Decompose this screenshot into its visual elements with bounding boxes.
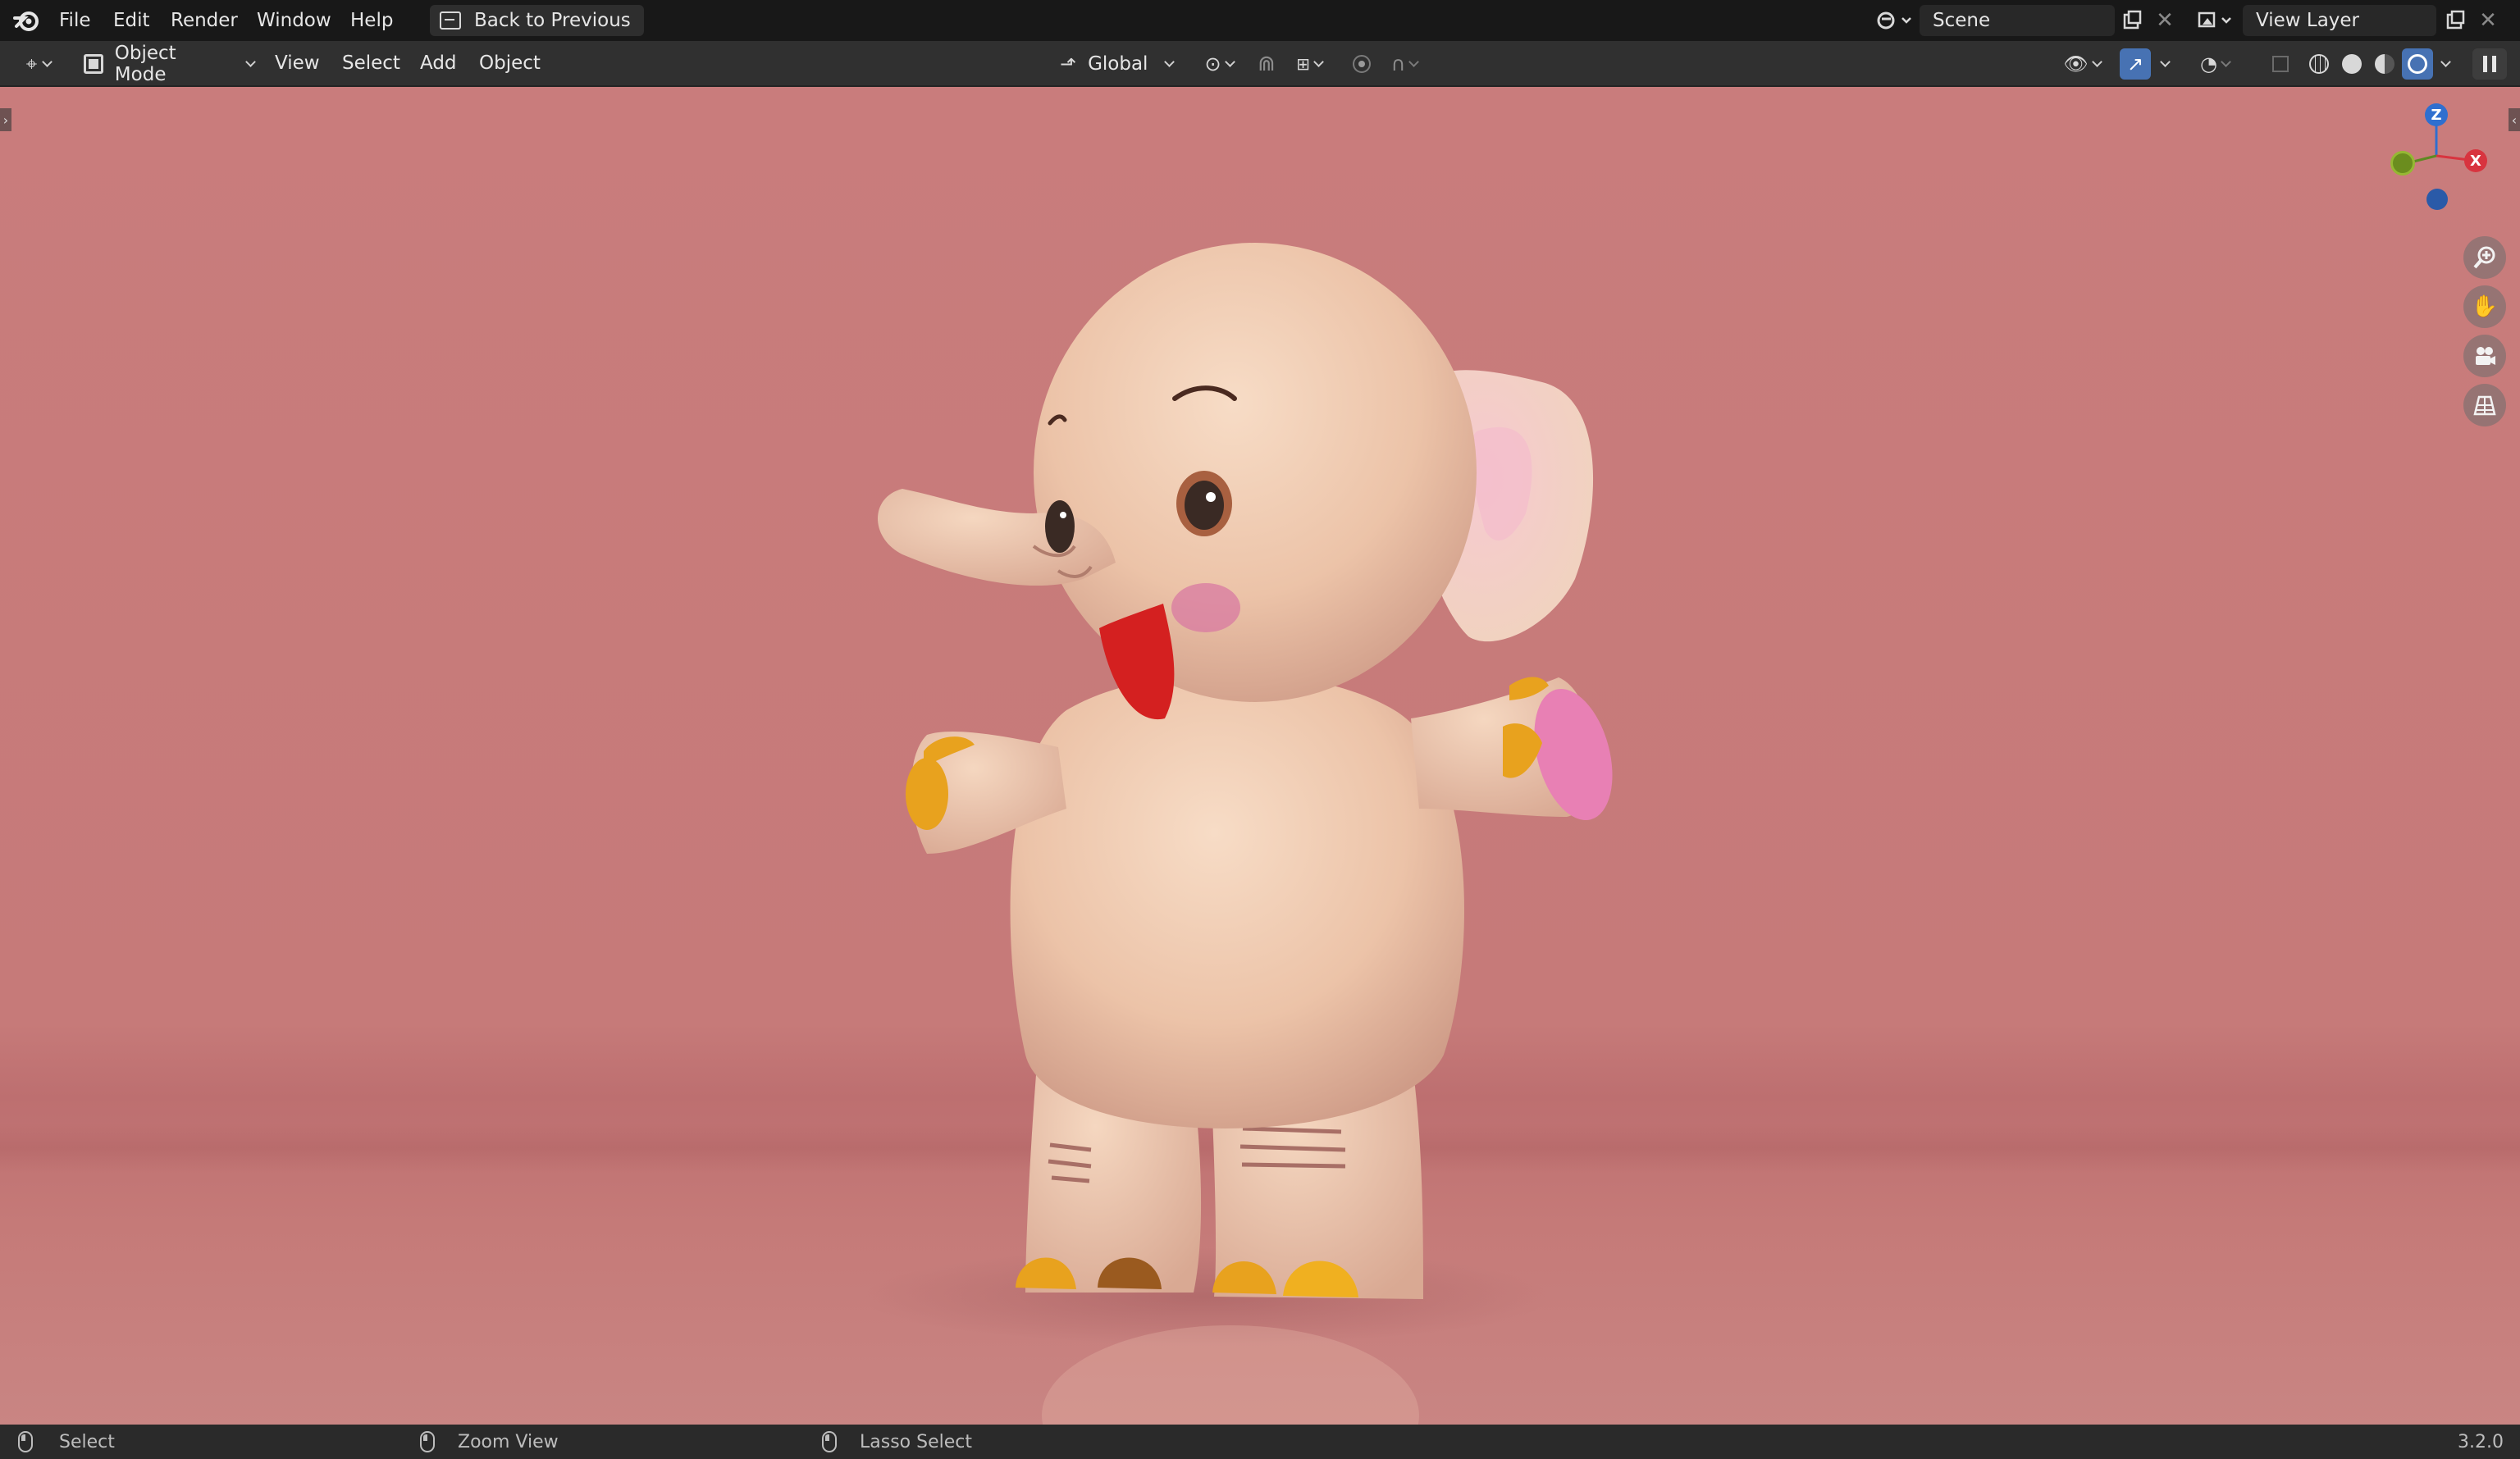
wireframe-shading-icon[interactable] [2303, 48, 2335, 80]
view-layer-browse-icon[interactable] [2192, 5, 2238, 36]
menu-render[interactable]: Render [171, 0, 238, 41]
gizmo-z-axis[interactable]: Z [2425, 103, 2448, 126]
mode-selector[interactable]: Object Mode [75, 43, 256, 85]
status-select-label: Select [59, 1431, 115, 1452]
menu-file[interactable]: File [59, 0, 91, 41]
status-lasso-label: Lasso Select [860, 1431, 972, 1452]
mouse-right-icon [822, 1431, 837, 1452]
pause-render-button[interactable] [2472, 48, 2507, 80]
mouse-left-icon [18, 1431, 33, 1452]
scene-name-field[interactable]: Scene [1920, 5, 2115, 36]
back-icon [440, 11, 461, 30]
scene-name: Scene [1933, 10, 1991, 31]
pause-icon [2483, 56, 2496, 72]
mode-label: Object Mode [114, 43, 176, 85]
toolbar-expand-arrow[interactable]: › [0, 108, 11, 131]
grid-ortho-icon[interactable] [2463, 384, 2506, 426]
top-menu-bar: File Edit Render Window Help Back to Pre… [0, 0, 2520, 41]
eye-icon: 👁 [2063, 52, 2089, 75]
rendered-shading-icon [2408, 54, 2427, 74]
scene-close-icon[interactable]: ✕ [2149, 5, 2180, 36]
status-bar: Select Zoom View Lasso Select 3.2.0 [0, 1425, 2520, 1459]
orientation-axes-icon: ⬏ [1060, 52, 1077, 75]
back-to-previous-label: Back to Previous [474, 10, 631, 31]
object-mode-icon [84, 54, 103, 74]
mouse-middle-icon [420, 1431, 435, 1452]
overlays-icon: ◔ [2200, 52, 2217, 75]
view-layer-close-icon[interactable]: ✕ [2472, 5, 2504, 36]
material-preview-shading-icon[interactable] [2369, 48, 2400, 80]
status-lasso-hint: Lasso Select [822, 1425, 972, 1459]
rendered-shading-button[interactable] [2402, 48, 2433, 80]
menu-add[interactable]: Add [420, 41, 457, 85]
sidebar-expand-arrow[interactable]: ‹ [2509, 108, 2520, 131]
editor-type-selector[interactable]: ⌖ [13, 48, 64, 80]
snap-target-selector[interactable]: ⊞ [1285, 48, 1334, 80]
zoom-icon[interactable] [2463, 236, 2506, 279]
falloff-selector[interactable]: ∩ [1380, 48, 1429, 80]
gizmo-toggle-button[interactable]: ↗ [2120, 48, 2151, 80]
menu-edit[interactable]: Edit [113, 0, 150, 41]
menu-select[interactable]: Select [342, 41, 400, 85]
menu-view[interactable]: View [275, 41, 320, 85]
menu-help[interactable]: Help [350, 0, 393, 41]
overlays-selector[interactable]: ◔ [2190, 48, 2239, 80]
elephant-render [861, 243, 1613, 1425]
gizmo-x-axis[interactable]: X [2464, 149, 2487, 172]
view-layer-name-field[interactable]: View Layer [2243, 5, 2436, 36]
scene-duplicate-icon[interactable] [2116, 5, 2148, 36]
falloff-curve-icon: ∩ [1390, 52, 1406, 75]
status-zoom-label: Zoom View [458, 1431, 559, 1452]
gizmo-y-axis[interactable] [2390, 151, 2415, 176]
axes-3d-icon: ⌖ [25, 52, 38, 75]
blender-logo-icon[interactable] [13, 0, 41, 41]
xray-toggle-icon[interactable] [2266, 48, 2295, 80]
transform-orientation-label: Global [1088, 53, 1148, 75]
back-to-previous-button[interactable]: Back to Previous [430, 5, 644, 36]
object-visibility-selector[interactable]: 👁 [2057, 48, 2107, 80]
menu-object[interactable]: Object [479, 41, 541, 85]
status-select-hint: Select [18, 1425, 115, 1459]
pan-hand-icon[interactable]: ✋ [2463, 285, 2506, 328]
snap-toggle-icon[interactable]: ⋒ [1252, 48, 1281, 80]
viewport-header: ⌖ Object Mode View Select Add Object ⬏ G… [0, 41, 2520, 87]
shading-options-dropdown[interactable] [2435, 48, 2456, 80]
navigation-gizmo[interactable]: Z X [2379, 98, 2502, 210]
snap-increment-icon: ⊞ [1296, 54, 1310, 74]
pivot-point-selector[interactable]: ⊙ [1196, 48, 1242, 80]
proportional-editing-icon[interactable] [1347, 48, 1376, 80]
gizmo-arrow-icon: ↗ [2126, 52, 2144, 75]
pivot-icon: ⊙ [1204, 52, 1221, 75]
menu-window[interactable]: Window [257, 0, 331, 41]
3d-viewport[interactable]: Z X ✋ › ‹ [0, 87, 2520, 1425]
camera-icon[interactable] [2463, 335, 2506, 377]
version-label: 3.2.0 [2458, 1431, 2504, 1452]
view-layer-name: View Layer [2256, 10, 2360, 31]
gizmo-neg-z-axis[interactable] [2426, 189, 2448, 210]
transform-orientation-selector[interactable]: ⬏ Global [1053, 48, 1186, 80]
solid-shading-icon[interactable] [2336, 48, 2367, 80]
status-zoom-hint: Zoom View [420, 1425, 559, 1459]
scene-browse-icon[interactable] [1872, 5, 1918, 36]
gizmo-options-dropdown[interactable] [2154, 48, 2175, 80]
view-layer-duplicate-icon[interactable] [2440, 5, 2471, 36]
